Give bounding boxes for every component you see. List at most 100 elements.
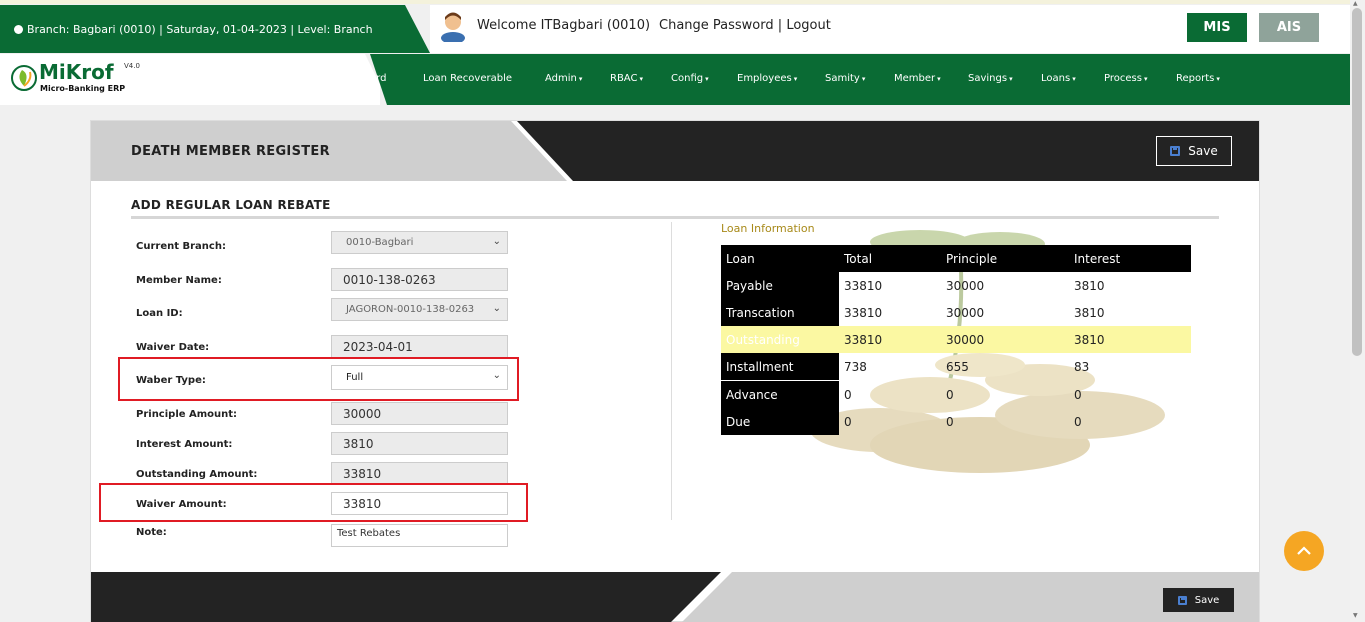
nav-item-label: Process: [1104, 73, 1142, 84]
chevron-up-icon: [1297, 546, 1311, 555]
scroll-down-arrow-icon[interactable]: ▼: [1353, 612, 1358, 619]
table-header-cell: Principle: [940, 245, 1068, 272]
nav-item-label: Reports: [1176, 73, 1215, 84]
waiver-date-field[interactable]: 2023-04-01: [331, 335, 508, 358]
welcome-text: Welcome ITBagbari (0010): [477, 18, 651, 33]
chevron-down-icon: ▾: [1216, 75, 1220, 83]
table-cell: Outstanding: [721, 326, 839, 353]
chevron-down-icon: ▾: [1143, 75, 1148, 83]
nav-item-reports[interactable]: Reports ▾: [1176, 73, 1220, 84]
chevron-down-icon: ▾: [861, 75, 866, 83]
nav-item-label: Member: [894, 73, 936, 84]
table-header-cell: Loan: [721, 245, 839, 272]
waber-type-label: Waber Type:: [136, 375, 206, 386]
loan-id-value: JAGORON-0010-138-0263: [346, 304, 475, 315]
table-cell: 0: [844, 387, 852, 402]
mis-button[interactable]: MIS: [1187, 13, 1247, 42]
table-cell: 3810: [1074, 278, 1105, 293]
table-cell: 0: [1074, 387, 1082, 402]
outstanding-amount-field[interactable]: 33810: [331, 462, 508, 485]
table-cell: 738: [844, 359, 867, 374]
table-header-cell: Interest: [1068, 245, 1191, 272]
table-cell: 30000: [946, 305, 985, 320]
scroll-to-top-button[interactable]: [1284, 531, 1324, 571]
member-name-field[interactable]: 0010-138-0263: [331, 268, 508, 291]
note-textarea[interactable]: Test Rebates: [331, 524, 508, 547]
save-button[interactable]: Save: [1156, 136, 1232, 166]
logo-subtitle: Micro-Banking ERP: [40, 84, 126, 93]
table-header-row: Loan Total Principle Interest: [721, 245, 1191, 272]
logout-link[interactable]: Logout: [786, 18, 831, 33]
scrollbar-thumb[interactable]: [1352, 8, 1362, 356]
table-cell: 0: [946, 387, 954, 402]
interest-amount-field[interactable]: 3810: [331, 432, 508, 455]
current-branch-value: 0010-Bagbari: [346, 237, 414, 248]
scroll-up-arrow-icon[interactable]: ▲: [1353, 0, 1358, 7]
table-cell: 30000: [946, 278, 985, 293]
table-cell: 0: [946, 414, 954, 429]
chevron-down-icon: ▾: [793, 75, 798, 83]
branch-info-text: Branch: Bagbari (0010) | Saturday, 01-04…: [27, 22, 373, 36]
page-title: DEATH MEMBER REGISTER: [131, 144, 330, 159]
change-password-link[interactable]: Change Password: [659, 18, 774, 33]
column-divider: [671, 222, 672, 520]
table-row: Transcation 33810 30000 3810: [721, 299, 1191, 326]
nav-item-admin[interactable]: Admin ▾: [545, 73, 582, 84]
principle-amount-label: Principle Amount:: [136, 409, 238, 420]
logo-version: V4.0: [124, 62, 140, 70]
nav-item-dashboard[interactable]: ard: [370, 73, 386, 84]
logo-name[interactable]: MiKrof: [39, 60, 114, 84]
nav-item-config[interactable]: Config ▾: [671, 73, 709, 84]
chevron-down-icon: ⌄: [492, 236, 501, 247]
user-avatar-icon: [441, 12, 465, 42]
table-cell: Payable: [721, 272, 839, 299]
nav-item-label: Config: [671, 73, 704, 84]
section-title: ADD REGULAR LOAN REBATE: [131, 198, 331, 212]
nav-item-label: Samity: [825, 73, 860, 84]
nav-item-label: Loans: [1041, 73, 1071, 84]
nav-item-savings[interactable]: Savings ▾: [968, 73, 1013, 84]
table-cell: 3810: [1068, 326, 1191, 353]
table-cell: 0: [1074, 414, 1082, 429]
chevron-down-icon: ▾: [639, 75, 643, 83]
table-cell: Due: [721, 408, 839, 435]
nav-item-label: Savings: [968, 73, 1008, 84]
account-links: Change Password | Logout: [659, 18, 831, 33]
table-cell: 30000: [940, 326, 1068, 353]
panel-header-dark: [516, 121, 1259, 181]
save-icon: [1177, 595, 1187, 605]
waber-type-value: Full: [346, 372, 364, 383]
chevron-down-icon: ▾: [705, 75, 709, 83]
nav-item-loan-recoverable[interactable]: Loan Recoverable: [423, 73, 512, 84]
principle-amount-field[interactable]: 30000: [331, 402, 508, 425]
table-row: Payable 33810 30000 3810: [721, 272, 1191, 299]
table-row: Advance 0 0 0: [721, 381, 1191, 408]
chevron-down-icon: ⌄: [492, 303, 501, 314]
nav-item-rbac[interactable]: RBAC ▾: [610, 73, 643, 84]
nav-item-process[interactable]: Process ▾: [1104, 73, 1147, 84]
save-button-bottom[interactable]: Save: [1163, 588, 1234, 612]
table-cell: 655: [946, 359, 969, 374]
nav-item-samity[interactable]: Samity ▾: [825, 73, 865, 84]
chevron-down-icon: ▾: [578, 75, 583, 83]
nav-item-label: ard: [370, 73, 387, 84]
table-row: Installment 738 655 83: [721, 353, 1191, 380]
chevron-down-icon: ⌄: [492, 370, 501, 381]
table-cell: 33810: [839, 326, 940, 353]
loan-id-select[interactable]: JAGORON-0010-138-0263 ⌄: [331, 298, 508, 321]
nav-item-label: Employees: [737, 73, 792, 84]
save-button-label: Save: [1188, 144, 1218, 158]
waiver-amount-field[interactable]: 33810: [331, 492, 508, 515]
save-icon: [1170, 146, 1181, 156]
waber-type-select[interactable]: Full ⌄: [331, 365, 508, 390]
nav-item-employees[interactable]: Employees ▾: [737, 73, 797, 84]
table-row: Due 0 0 0: [721, 408, 1191, 435]
logo-leaf-icon: [11, 65, 37, 91]
table-cell: 33810: [844, 278, 883, 293]
current-branch-select[interactable]: 0010-Bagbari ⌄: [331, 231, 508, 254]
nav-item-member[interactable]: Member ▾: [894, 73, 941, 84]
nav-item-label: Loan Recoverable: [423, 73, 513, 84]
nav-item-loans[interactable]: Loans ▾: [1041, 73, 1076, 84]
ais-button[interactable]: AIS: [1259, 13, 1319, 42]
chevron-down-icon: ▾: [1072, 75, 1076, 83]
